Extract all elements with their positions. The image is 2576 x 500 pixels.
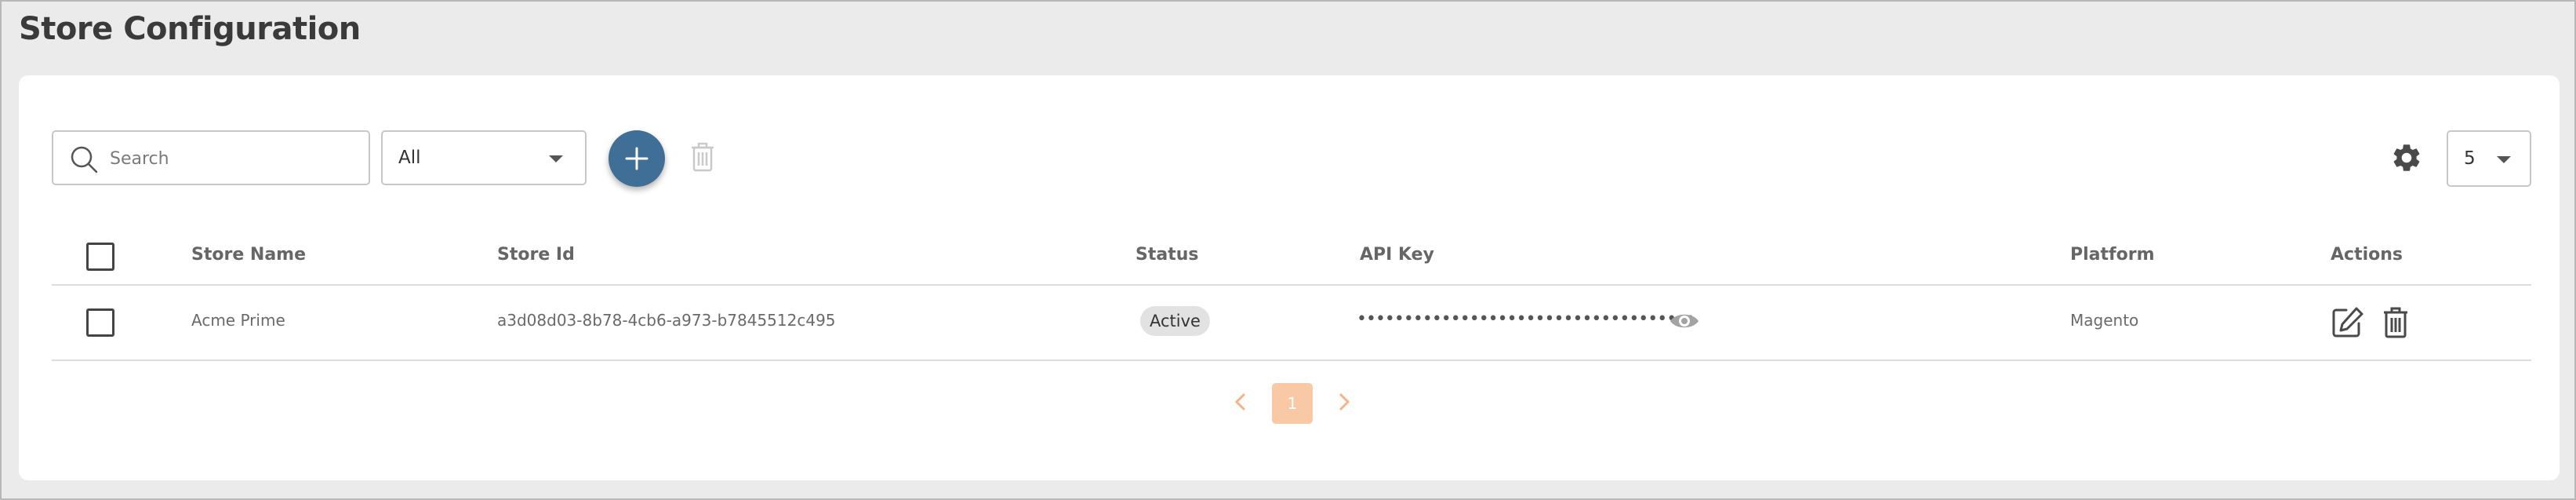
trash-icon bbox=[692, 142, 714, 172]
column-header-store-name[interactable]: Store Name bbox=[191, 245, 306, 265]
status-filter-value: All bbox=[398, 148, 421, 168]
table-header: Store Name Store Id Status API Key Platf… bbox=[52, 229, 2531, 284]
chevron-right-icon[interactable] bbox=[1335, 385, 1353, 419]
pagination-page-current[interactable]: 1 bbox=[1272, 383, 1313, 424]
api-key-masked: •••••••••••••••••••••••••••••••••••• bbox=[1357, 309, 1695, 329]
select-all-checkbox[interactable] bbox=[86, 243, 114, 271]
page-title: Store Configuration bbox=[19, 11, 361, 47]
store-name-cell: Acme Prime bbox=[191, 311, 285, 330]
add-store-button[interactable] bbox=[609, 130, 665, 187]
caret-down-icon bbox=[549, 155, 563, 162]
column-header-api-key[interactable]: API Key bbox=[1360, 245, 1434, 265]
search-icon bbox=[71, 146, 98, 173]
gear-icon[interactable] bbox=[2390, 141, 2423, 174]
bulk-delete-button[interactable] bbox=[690, 141, 715, 173]
page-size-value: 5 bbox=[2464, 148, 2476, 169]
column-header-actions: Actions bbox=[2331, 245, 2403, 265]
search-input-wrapper[interactable] bbox=[52, 130, 370, 185]
status-filter-select[interactable]: All bbox=[381, 130, 587, 185]
row-divider bbox=[52, 359, 2531, 361]
store-id-cell: a3d08d03-8b78-4cb6-a973-b7845512c495 bbox=[497, 311, 836, 330]
page-size-select[interactable]: 5 bbox=[2447, 130, 2531, 187]
row-select-checkbox[interactable] bbox=[86, 308, 114, 337]
table-row: Acme Prime a3d08d03-8b78-4cb6-a973-b7845… bbox=[52, 286, 2531, 359]
column-header-store-id[interactable]: Store Id bbox=[497, 245, 575, 265]
plus-icon bbox=[625, 147, 649, 170]
edit-icon[interactable] bbox=[2331, 306, 2365, 339]
caret-down-icon bbox=[2497, 156, 2511, 163]
platform-cell: Magento bbox=[2070, 311, 2139, 330]
store-table-card: All 5 Store Name Store Id Status API Key… bbox=[19, 75, 2560, 480]
eye-icon[interactable] bbox=[1669, 309, 1700, 333]
chevron-left-icon[interactable] bbox=[1231, 385, 1250, 419]
status-badge: Active bbox=[1140, 306, 1210, 336]
search-input[interactable] bbox=[110, 143, 361, 174]
trash-icon[interactable] bbox=[2382, 306, 2409, 339]
column-header-status[interactable]: Status bbox=[1135, 245, 1198, 265]
column-header-platform[interactable]: Platform bbox=[2070, 245, 2155, 265]
